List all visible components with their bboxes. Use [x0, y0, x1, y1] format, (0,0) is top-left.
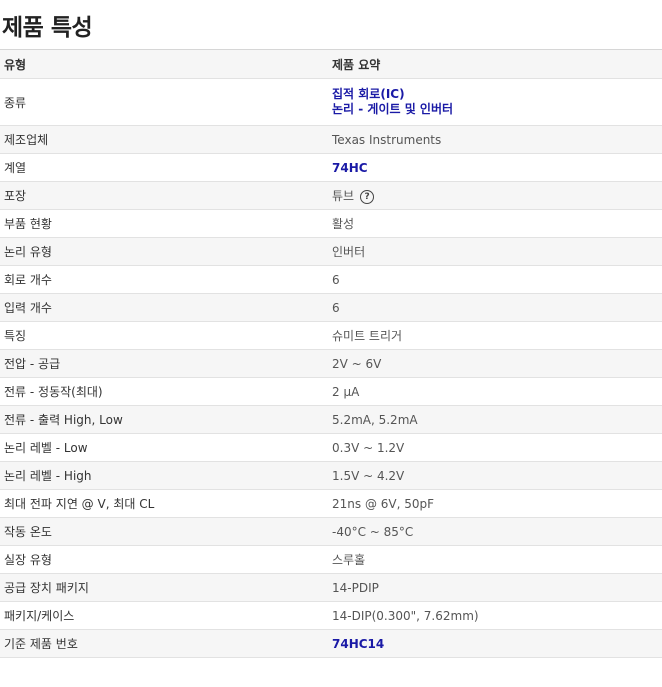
- table-row: 입력 개수 6: [0, 294, 662, 322]
- row-label: 논리 레벨 - High: [4, 469, 92, 483]
- table-row: 부품 현황 활성: [0, 210, 662, 238]
- row-label: 부품 현황: [4, 217, 52, 231]
- row-label: 패키지/케이스: [4, 609, 75, 623]
- attributes-table: 유형 제품 요약 종류 집적 회로(IC) 논리 - 게이트 및 인버터 제조업…: [0, 49, 662, 658]
- table-row: 제조업체 Texas Instruments: [0, 126, 662, 154]
- table-row: 최대 전파 지연 @ V, 최대 CL 21ns @ 6V, 50pF: [0, 490, 662, 518]
- question-circle-icon[interactable]: ?: [360, 189, 375, 204]
- table-row: 패키지/케이스 14-DIP(0.300", 7.62mm): [0, 602, 662, 630]
- row-label: 최대 전파 지연 @ V, 최대 CL: [4, 497, 155, 511]
- row-value: 14-DIP(0.300", 7.62mm): [332, 608, 479, 623]
- row-label: 실장 유형: [4, 553, 52, 567]
- row-label: 종류: [4, 95, 27, 110]
- table-row: 논리 유형 인버터: [0, 238, 662, 266]
- table-row: 전류 - 정동작(최대) 2 µA: [0, 378, 662, 406]
- row-value: 5.2mA, 5.2mA: [332, 412, 418, 427]
- header-type: 유형: [4, 57, 27, 72]
- row-value: 0.3V ~ 1.2V: [332, 440, 405, 455]
- table-row-packaging: 포장 튜브?: [0, 182, 662, 210]
- row-label: 기준 제품 번호: [4, 637, 78, 651]
- row-label: 특징: [4, 329, 27, 343]
- row-label: 전압 - 공급: [4, 357, 61, 371]
- base-part-link[interactable]: 74HC14: [332, 637, 384, 651]
- row-value: 슈미트 트리거: [332, 329, 403, 343]
- series-link[interactable]: 74HC: [332, 161, 368, 175]
- row-value: Texas Instruments: [332, 132, 442, 147]
- row-value: 6: [332, 272, 340, 287]
- row-value: 21ns @ 6V, 50pF: [332, 496, 435, 511]
- row-value: 활성: [332, 217, 355, 231]
- row-value: 2 µA: [332, 384, 360, 399]
- category-link-logic-gates[interactable]: 논리 - 게이트 및 인버터: [332, 102, 662, 117]
- table-row-base-part: 기준 제품 번호 74HC14: [0, 630, 662, 658]
- row-value: 6: [332, 300, 340, 315]
- table-header-row: 유형 제품 요약: [0, 50, 662, 79]
- product-attributes-page: 제품 특성 유형 제품 요약 종류 집적 회로(IC) 논리 - 게이트 및 인…: [0, 0, 662, 687]
- row-label: 공급 장치 패키지: [4, 581, 89, 595]
- table-row: 회로 개수 6: [0, 266, 662, 294]
- row-label: 논리 유형: [4, 245, 52, 259]
- table-row: 공급 장치 패키지 14-PDIP: [0, 574, 662, 602]
- table-row: 특징 슈미트 트리거: [0, 322, 662, 350]
- row-value: 1.5V ~ 4.2V: [332, 468, 405, 483]
- table-row: 작동 온도 -40°C ~ 85°C: [0, 518, 662, 546]
- row-value: 스루홀: [332, 553, 366, 567]
- row-value: 2V ~ 6V: [332, 356, 382, 371]
- page-title: 제품 특성: [2, 15, 93, 41]
- row-label: 제조업체: [4, 133, 49, 147]
- row-label: 계열: [4, 161, 27, 175]
- table-row-series: 계열 74HC: [0, 154, 662, 182]
- row-value: 14-PDIP: [332, 580, 379, 595]
- table-row: 논리 레벨 - High 1.5V ~ 4.2V: [0, 462, 662, 490]
- row-value: 튜브: [332, 189, 355, 203]
- table-row-category: 종류 집적 회로(IC) 논리 - 게이트 및 인버터: [0, 79, 662, 126]
- table-row: 전압 - 공급 2V ~ 6V: [0, 350, 662, 378]
- row-label: 포장: [4, 189, 27, 203]
- table-row: 논리 레벨 - Low 0.3V ~ 1.2V: [0, 434, 662, 462]
- row-value: -40°C ~ 85°C: [332, 524, 414, 539]
- category-link-ic[interactable]: 집적 회로(IC): [332, 87, 662, 102]
- row-label: 회로 개수: [4, 273, 52, 287]
- row-label: 전류 - 출력 High, Low: [4, 413, 123, 427]
- row-label: 작동 온도: [4, 525, 52, 539]
- table-row: 실장 유형 스루홀: [0, 546, 662, 574]
- row-label: 전류 - 정동작(최대): [4, 385, 103, 399]
- row-label: 입력 개수: [4, 301, 52, 315]
- table-row: 전류 - 출력 High, Low 5.2mA, 5.2mA: [0, 406, 662, 434]
- row-label: 논리 레벨 - Low: [4, 441, 88, 455]
- header-summary: 제품 요약: [332, 57, 381, 72]
- row-value: 인버터: [332, 245, 366, 259]
